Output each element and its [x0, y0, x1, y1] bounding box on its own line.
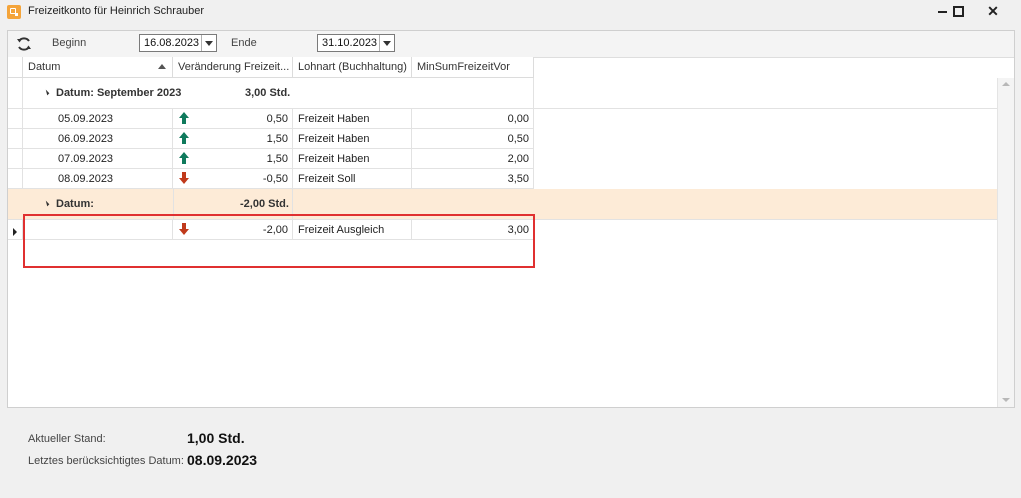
row-change: 0,50 — [266, 113, 288, 125]
refresh-icon[interactable] — [16, 36, 32, 52]
row-min: 2,00 — [507, 153, 529, 165]
row-min: 0,50 — [507, 133, 529, 145]
scroll-down-icon[interactable] — [1002, 398, 1010, 402]
close-icon: ✕ — [987, 3, 999, 19]
row-date: 07.09.2023 — [58, 153, 114, 165]
row-change: 1,50 — [266, 153, 288, 165]
window-title: Freizeitkonto für Heinrich Schrauber — [28, 5, 205, 17]
end-label: Ende — [231, 37, 257, 49]
last-date-value: 08.09.2023 — [187, 452, 258, 468]
row-date: 08.09.2023 — [58, 173, 114, 185]
column-header-min[interactable]: MinSumFreizeitVor — [412, 57, 534, 78]
end-date-value: 31.10.2023 — [322, 37, 378, 49]
arrow-up-icon — [179, 152, 189, 164]
arrow-up-icon — [179, 112, 189, 124]
row-lohnart: Freizeit Haben — [298, 133, 370, 145]
row-lohnart: Freizeit Haben — [298, 153, 370, 165]
begin-label: Beginn — [52, 37, 87, 49]
maximize-button[interactable] — [943, 0, 973, 22]
last-date-label: Letztes berücksichtigtes Datum: — [28, 455, 184, 467]
table-row[interactable]: 08.09.2023 -0,50 Freizeit Soll 3,50 — [8, 169, 998, 189]
arrow-down-icon — [179, 172, 189, 184]
row-change: 1,50 — [266, 133, 288, 145]
begin-date-value: 16.08.2023 — [144, 37, 200, 49]
column-header-lohnart[interactable]: Lohnart (Buchhaltung) — [293, 57, 412, 78]
group-row-selected[interactable]: Datum: -2,00 Std. — [8, 189, 998, 220]
chevron-down-icon[interactable] — [379, 35, 394, 51]
sort-ascending-icon — [158, 64, 166, 69]
row-lohnart: Freizeit Soll — [298, 173, 356, 185]
chevron-down-icon[interactable] — [201, 35, 216, 51]
vertical-scrollbar[interactable] — [997, 78, 1014, 407]
close-button[interactable]: ✕ — [978, 0, 1008, 22]
app-icon — [7, 5, 21, 19]
data-grid: Datum Veränderung Freizeit... Lohnart (B… — [8, 57, 998, 407]
arrow-down-icon — [179, 223, 189, 235]
current-balance-value: 1,00 Std. — [187, 430, 245, 446]
row-min: 3,50 — [507, 173, 529, 185]
row-date: 05.09.2023 — [58, 113, 114, 125]
column-header-datum[interactable]: Datum — [23, 57, 173, 78]
arrow-up-icon — [179, 132, 189, 144]
current-balance-label: Aktueller Stand: — [28, 433, 106, 445]
row-min: 0,00 — [507, 113, 529, 125]
row-indicator-header — [8, 57, 23, 78]
end-date-input[interactable]: 31.10.2023 — [317, 34, 395, 52]
row-lohnart: Freizeit Haben — [298, 113, 370, 125]
toolbar: Beginn 16.08.2023 Ende 31.10.2023 — [8, 31, 1014, 58]
table-row[interactable]: 06.09.2023 1,50 Freizeit Haben 0,50 — [8, 129, 998, 149]
row-min: 3,00 — [507, 224, 529, 236]
account-panel: Beginn 16.08.2023 Ende 31.10.2023 Datum … — [7, 30, 1015, 408]
table-row[interactable]: -2,00 Freizeit Ausgleich 3,00 — [8, 220, 998, 240]
column-header-change[interactable]: Veränderung Freizeit... — [173, 57, 293, 78]
maximize-icon — [953, 6, 964, 17]
row-change: -2,00 — [262, 224, 288, 236]
row-date: 06.09.2023 — [58, 133, 114, 145]
current-row-indicator-icon — [13, 228, 17, 236]
scroll-up-icon[interactable] — [1002, 82, 1010, 86]
table-row[interactable]: 07.09.2023 1,50 Freizeit Haben 2,00 — [8, 149, 998, 169]
row-lohnart: Freizeit Ausgleich — [298, 224, 385, 236]
begin-date-input[interactable]: 16.08.2023 — [139, 34, 217, 52]
group-row[interactable]: Datum: September 2023 3,00 Std. — [8, 78, 998, 109]
title-bar: Freizeitkonto für Heinrich Schrauber ✕ — [0, 0, 1021, 24]
table-row[interactable]: 05.09.2023 0,50 Freizeit Haben 0,00 — [8, 109, 998, 129]
row-change: -0,50 — [262, 173, 288, 185]
